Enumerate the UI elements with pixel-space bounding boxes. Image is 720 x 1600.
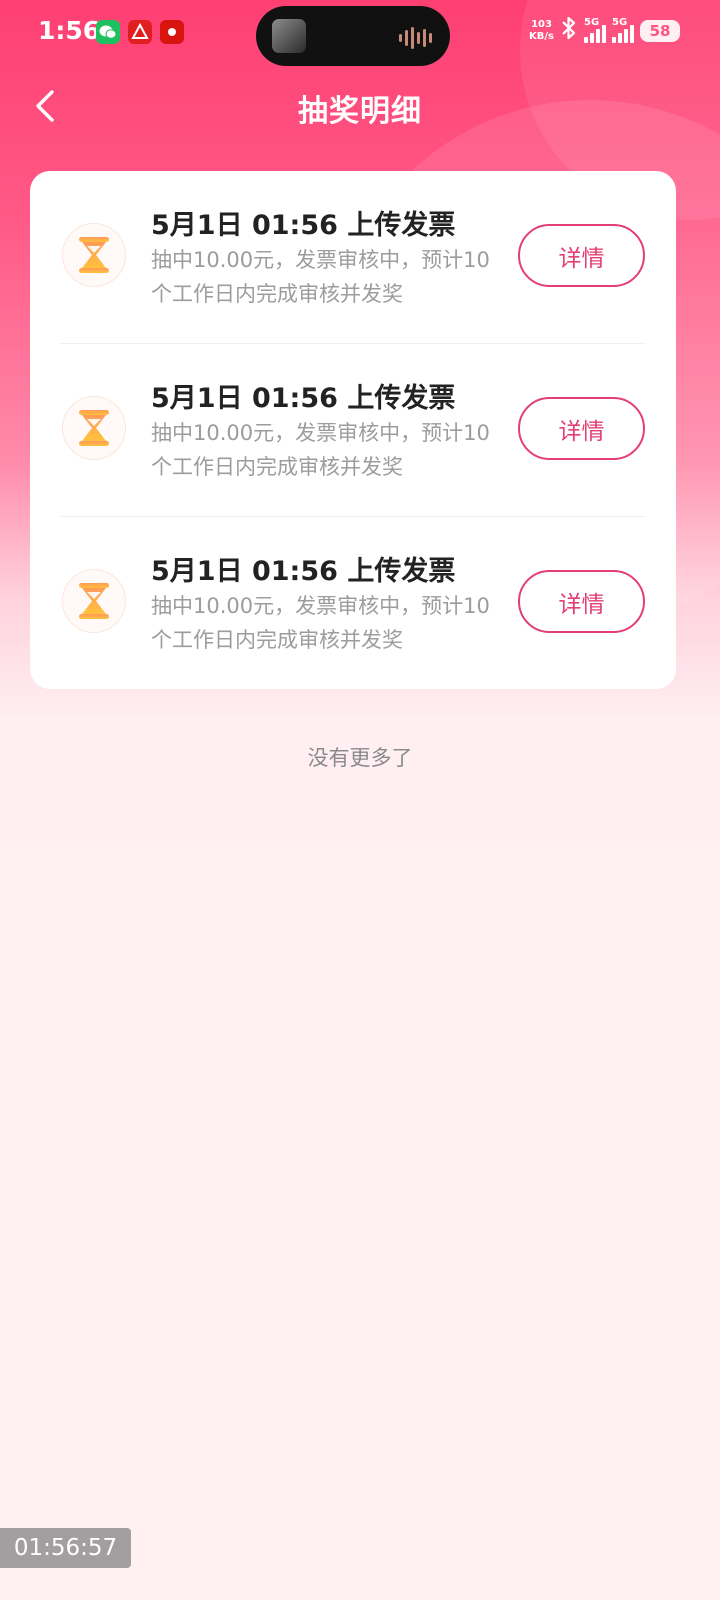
- hourglass-icon: [62, 396, 126, 460]
- bluetooth-icon: [560, 16, 578, 46]
- detail-button[interactable]: 详情: [518, 397, 645, 460]
- page-title: 抽奖明细: [298, 94, 422, 129]
- record-title: 5月1日 01:56 上传发票: [151, 210, 456, 241]
- status-time: 1:56: [38, 16, 101, 45]
- app-notification-icon: [128, 20, 152, 44]
- record-title: 5月1日 01:56 上传发票: [151, 556, 456, 587]
- wechat-notification-icon: [96, 20, 120, 44]
- record-item: 5月1日 01:56 上传发票 抽中10.00元，发票审核中，预计10个工作日内…: [30, 344, 676, 517]
- record-description: 抽中10.00元，发票审核中，预计10个工作日内完成审核并发奖: [151, 248, 490, 306]
- cellular-signal-icon: 5G: [612, 17, 634, 43]
- detail-button[interactable]: 详情: [518, 224, 645, 287]
- media-thumbnail: [272, 19, 306, 53]
- record-title: 5月1日 01:56 上传发票: [151, 383, 456, 414]
- record-item: 5月1日 01:56 上传发票 抽中10.00元，发票审核中，预计10个工作日内…: [30, 171, 676, 344]
- audio-wave-icon: [399, 26, 432, 50]
- status-indicators: 103 KB/s 5G 5G 58: [529, 16, 680, 46]
- status-bar: 1:56 103 KB/s 5G 5G 58: [0, 0, 720, 66]
- record-description: 抽中10.00元，发票审核中，预计10个工作日内完成审核并发奖: [151, 594, 490, 652]
- record-description: 抽中10.00元，发票审核中，预计10个工作日内完成审核并发奖: [151, 421, 490, 479]
- no-more-text: 没有更多了: [307, 746, 413, 770]
- hourglass-icon: [62, 569, 126, 633]
- dynamic-island[interactable]: [256, 6, 450, 66]
- records-card: 5月1日 01:56 上传发票 抽中10.00元，发票审核中，预计10个工作日内…: [30, 171, 676, 689]
- network-speed: 103 KB/s: [529, 19, 554, 42]
- battery-indicator: 58: [640, 20, 680, 42]
- nav-bar: 抽奖明细: [0, 76, 720, 136]
- hourglass-icon: [62, 223, 126, 287]
- app-notification-icon: [160, 20, 184, 44]
- record-item: 5月1日 01:56 上传发票 抽中10.00元，发票审核中，预计10个工作日内…: [30, 517, 676, 689]
- detail-button[interactable]: 详情: [518, 570, 645, 633]
- recording-timer: 01:56:57: [0, 1528, 131, 1568]
- cellular-signal-icon: 5G: [584, 17, 606, 43]
